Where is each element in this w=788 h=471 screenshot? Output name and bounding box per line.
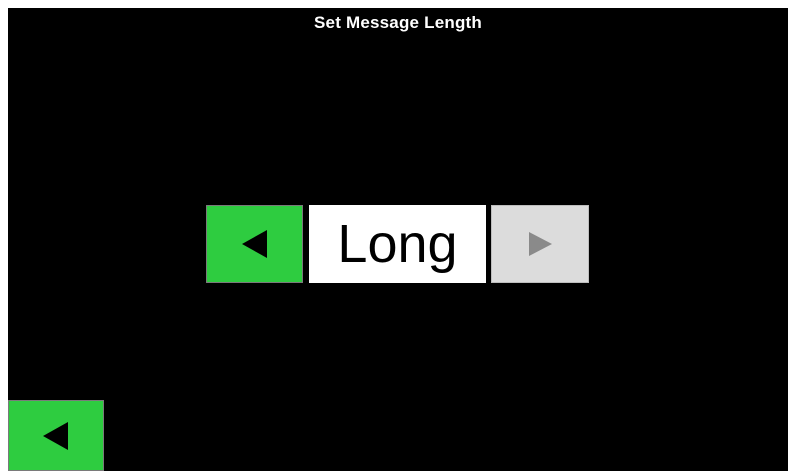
back-button[interactable] [8, 400, 104, 471]
left-triangle-icon [43, 421, 68, 450]
previous-option-button[interactable] [206, 205, 303, 283]
page-title: Set Message Length [314, 13, 482, 32]
selected-value-display: Long [309, 205, 486, 283]
next-option-button[interactable] [491, 205, 589, 283]
app-screen: Set Message Length Long [8, 8, 788, 471]
left-triangle-icon [241, 230, 267, 258]
right-triangle-icon [529, 232, 552, 256]
